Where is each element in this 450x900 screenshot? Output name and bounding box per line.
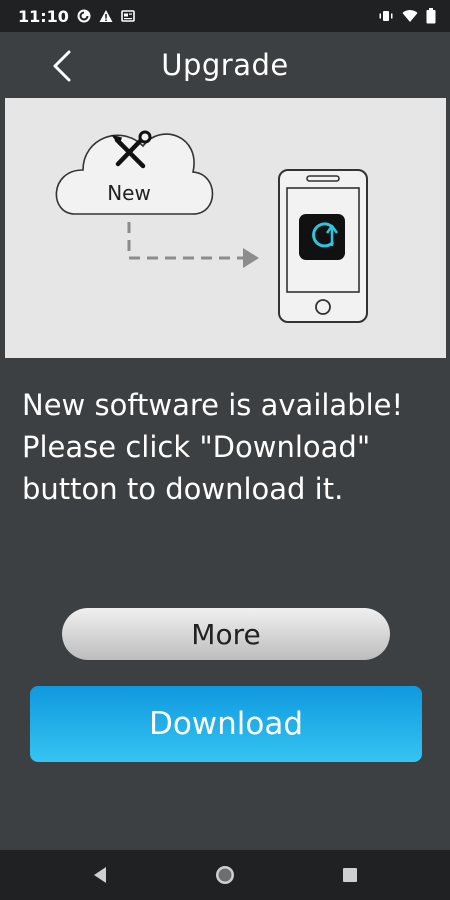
back-triangle-icon[interactable] bbox=[86, 862, 114, 888]
message-line-3: button to download it. bbox=[22, 472, 344, 506]
header: Upgrade bbox=[0, 32, 450, 98]
more-button[interactable]: More bbox=[62, 608, 390, 660]
recents-square-icon[interactable] bbox=[336, 862, 364, 888]
back-button[interactable] bbox=[44, 46, 80, 86]
download-button[interactable]: Download bbox=[30, 686, 422, 762]
page-title: Upgrade bbox=[161, 48, 289, 82]
upgrade-illustration: New bbox=[5, 98, 446, 358]
status-time: 11:10 bbox=[18, 6, 69, 26]
news-icon bbox=[121, 10, 135, 22]
home-circle-icon[interactable] bbox=[211, 862, 239, 888]
battery-icon bbox=[426, 8, 436, 24]
status-left: 11:10 bbox=[18, 7, 135, 26]
chevron-left-icon bbox=[53, 50, 71, 82]
pocket-casts-icon bbox=[77, 9, 91, 23]
cloud-label: New bbox=[107, 181, 151, 205]
more-button-label: More bbox=[191, 617, 261, 651]
dashed-arrow-icon bbox=[127, 222, 259, 268]
message-line-2: Please click "Download" bbox=[22, 430, 371, 464]
status-right bbox=[378, 8, 436, 24]
illustration-graphic: New bbox=[55, 130, 368, 323]
upgrade-app-icon bbox=[299, 214, 345, 260]
warning-icon bbox=[99, 10, 113, 22]
download-button-label: Download bbox=[148, 706, 304, 742]
system-nav-bar bbox=[0, 850, 450, 900]
wifi-icon bbox=[402, 10, 418, 22]
update-message: New software is available! Please click … bbox=[22, 384, 432, 510]
vibrate-icon bbox=[379, 11, 393, 21]
status-bar: 11:10 bbox=[0, 0, 450, 32]
message-line-1: New software is available! bbox=[22, 388, 404, 422]
